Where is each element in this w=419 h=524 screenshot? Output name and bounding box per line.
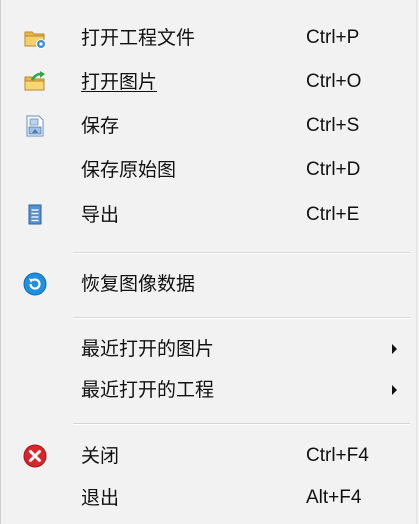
menu-item-label: 打开图片 <box>81 71 158 93</box>
restore-icon <box>23 272 47 296</box>
menu-item-shortcut: Alt+F4 <box>306 487 362 508</box>
close-icon <box>23 444 47 468</box>
menu-item-export[interactable]: 导出 Ctrl+E <box>1 195 418 235</box>
menu-item-label: 最近打开的图片 <box>81 338 215 360</box>
menu-item-recent-projects[interactable]: 最近打开的工程 <box>1 370 418 410</box>
menu-item-open-image[interactable]: 打开图片 Ctrl+O <box>1 62 418 102</box>
export-icon <box>23 203 47 227</box>
menu-item-shortcut: Ctrl+F4 <box>306 445 369 466</box>
save-icon <box>23 114 47 138</box>
menu-item-shortcut: Ctrl+S <box>306 115 360 136</box>
menu-item-label: 保存 <box>81 115 120 137</box>
menu-item-label: 恢复图像数据 <box>81 273 196 295</box>
submenu-arrow-icon <box>392 385 397 395</box>
open-image-icon <box>23 70 47 94</box>
menu-item-close[interactable]: 关闭 Ctrl+F4 <box>1 436 418 476</box>
menu-item-label: 打开工程文件 <box>81 27 196 49</box>
menu-separator <box>73 317 410 319</box>
menu-item-exit[interactable]: 退出 Alt+F4 <box>1 478 418 518</box>
open-project-icon <box>23 26 47 50</box>
menu-item-open-project[interactable]: 打开工程文件 Ctrl+P <box>1 18 418 58</box>
menu-separator <box>73 423 410 425</box>
menu-item-label: 退出 <box>81 487 120 509</box>
menu-item-label: 最近打开的工程 <box>81 379 215 401</box>
menu-item-restore-image[interactable]: 恢复图像数据 <box>1 264 418 304</box>
menu-item-shortcut: Ctrl+D <box>306 159 361 180</box>
menu-separator <box>73 252 410 254</box>
menu-item-shortcut: Ctrl+O <box>306 71 362 92</box>
menu-item-recent-images[interactable]: 最近打开的图片 <box>1 329 418 369</box>
menu-item-save[interactable]: 保存 Ctrl+S <box>1 106 418 146</box>
menu-item-save-original[interactable]: 保存原始图 Ctrl+D <box>1 150 418 190</box>
menu-item-label: 关闭 <box>81 445 120 467</box>
menu-item-shortcut: Ctrl+E <box>306 204 360 225</box>
menu-item-label: 导出 <box>81 204 120 226</box>
menu-item-shortcut: Ctrl+P <box>306 27 360 48</box>
submenu-arrow-icon <box>392 344 397 354</box>
file-menu: 打开工程文件 Ctrl+P 打开图片 Ctrl+O 保存 Ctrl+S 保存原始… <box>0 0 417 524</box>
menu-item-label: 保存原始图 <box>81 159 177 181</box>
